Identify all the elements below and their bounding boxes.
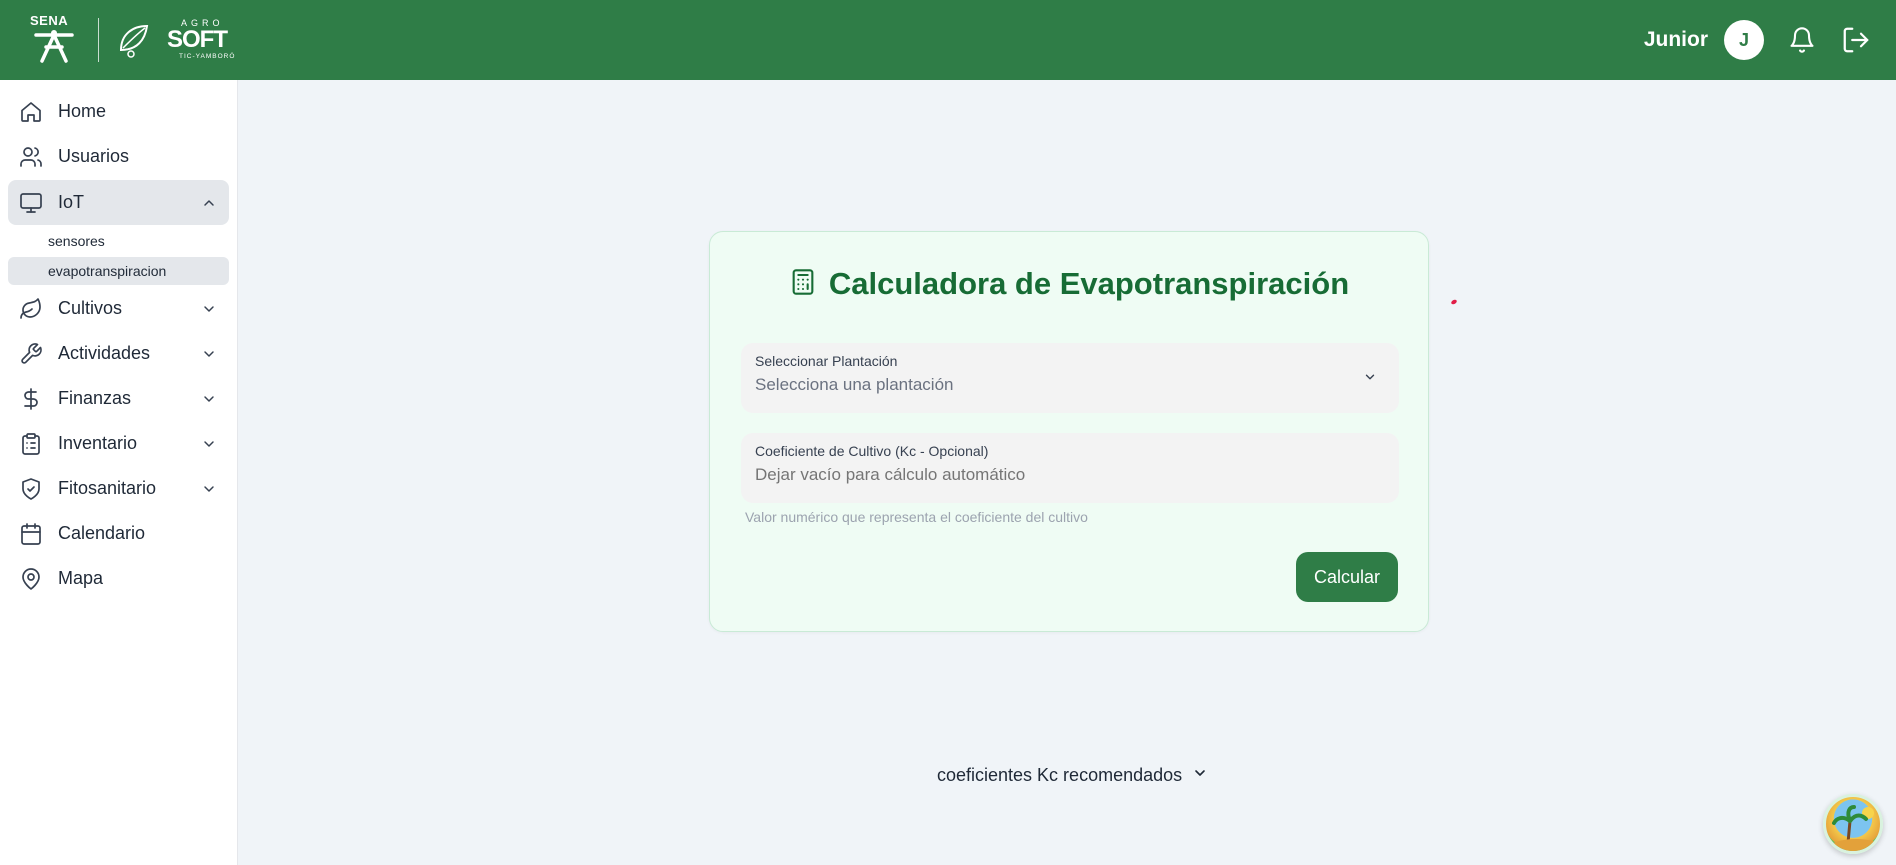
logout-icon[interactable]	[1840, 24, 1872, 56]
leaf-icon	[18, 296, 44, 322]
home-icon	[18, 99, 44, 125]
chevron-down-icon	[1192, 765, 1208, 786]
sidebar-item-mapa[interactable]: Mapa	[8, 557, 229, 600]
brand-logos: SENA AGRO SOFT TIC-YAMBORÓ	[28, 13, 235, 65]
sidebar-item-label: Actividades	[58, 343, 151, 363]
sena-logo-text: SENA	[30, 13, 69, 28]
soft-text: SOFT	[167, 26, 228, 54]
chevron-down-icon	[1363, 370, 1377, 389]
red-dot-mark	[1450, 298, 1458, 306]
sidebar-item-finanzas[interactable]: Finanzas	[8, 377, 229, 420]
kc-field[interactable]: Coeficiente de Cultivo (Kc - Opcional)	[741, 433, 1399, 503]
kc-recommended-toggle[interactable]: coeficientes Kc recomendados	[937, 765, 1208, 786]
username-label: Junior	[1643, 28, 1708, 51]
sidebar-item-label: Usuarios	[58, 146, 130, 166]
sidebar-item-cultivos[interactable]: Cultivos	[8, 287, 229, 330]
sidebar-item-fitosanitario[interactable]: Fitosanitario	[8, 467, 229, 510]
agrosoft-leaf-icon	[119, 24, 149, 58]
bell-icon[interactable]	[1786, 24, 1818, 56]
kc-toggle-label: coeficientes Kc recomendados	[937, 765, 1183, 785]
calculator-icon	[789, 267, 817, 302]
sidebar-item-label: Finanzas	[58, 388, 132, 408]
sidebar-subitem-sensores[interactable]: sensores	[8, 227, 229, 255]
plantacion-placeholder: Selecciona una plantación	[755, 375, 954, 394]
users-icon	[18, 144, 44, 170]
sidebar-item-label: Mapa	[58, 568, 104, 588]
clipboard-icon	[18, 431, 44, 457]
calcular-button[interactable]: Calcular	[1296, 552, 1398, 602]
plantacion-select[interactable]: Seleccionar Plantación Selecciona una pl…	[741, 343, 1399, 413]
sidebar: Home Usuarios IoT sensores evapotranspir…	[0, 80, 238, 865]
avatar[interactable]: J	[1724, 20, 1764, 60]
sidebar-item-iot[interactable]: IoT	[8, 180, 229, 225]
chevron-down-icon	[199, 479, 219, 499]
logo-divider	[98, 18, 99, 62]
sidebar-subitem-evapotranspiracion[interactable]: evapotranspiracion	[8, 257, 229, 285]
sidebar-item-label: Home	[58, 101, 107, 121]
monitor-icon	[18, 190, 44, 216]
kc-label: Coeficiente de Cultivo (Kc - Opcional)	[755, 443, 989, 459]
kc-input[interactable]	[755, 465, 1385, 485]
sidebar-item-label: Inventario	[58, 433, 138, 453]
sena-logo: SENA	[28, 13, 80, 65]
sidebar-item-label: Calendario	[58, 523, 146, 543]
calendar-icon	[18, 521, 44, 547]
evapotranspiration-card: Calculadora de Evapotranspiración Selecc…	[709, 231, 1429, 632]
plantacion-label: Seleccionar Plantación	[755, 353, 898, 369]
header-actions: Junior J	[1644, 20, 1872, 60]
sidebar-item-calendario[interactable]: Calendario	[8, 512, 229, 555]
shield-check-icon	[18, 476, 44, 502]
chevron-down-icon	[199, 344, 219, 364]
sidebar-item-home[interactable]: Home	[8, 90, 229, 133]
sidebar-item-label: Fitosanitario	[58, 478, 157, 498]
sidebar-item-actividades[interactable]: Actividades	[8, 332, 229, 375]
kc-hint: Valor numérico que representa el coefici…	[745, 509, 1088, 525]
dollar-icon	[18, 386, 44, 412]
sidebar-item-label: Cultivos	[58, 298, 123, 318]
tic-text: TIC-YAMBORÓ	[179, 53, 236, 61]
assistant-avatar-button[interactable]	[1823, 794, 1883, 854]
sidebar-item-inventario[interactable]: Inventario	[8, 422, 229, 465]
sidebar-item-label: IoT	[58, 192, 85, 212]
card-title: Calculadora de Evapotranspiración	[710, 266, 1428, 302]
palm-tree-icon	[1830, 805, 1880, 851]
chevron-up-icon	[199, 193, 219, 213]
wrench-icon	[18, 341, 44, 367]
chevron-down-icon	[199, 299, 219, 319]
chevron-down-icon	[199, 434, 219, 454]
top-header: SENA AGRO SOFT TIC-YAMBORÓ Junior J	[0, 0, 1896, 80]
agrosoft-logo: AGRO SOFT TIC-YAMBORÓ	[117, 19, 235, 61]
sidebar-item-usuarios[interactable]: Usuarios	[8, 135, 229, 178]
map-pin-icon	[18, 566, 44, 592]
chevron-down-icon	[199, 389, 219, 409]
page-title: Calculadora de Evapotranspiración	[828, 266, 1350, 301]
